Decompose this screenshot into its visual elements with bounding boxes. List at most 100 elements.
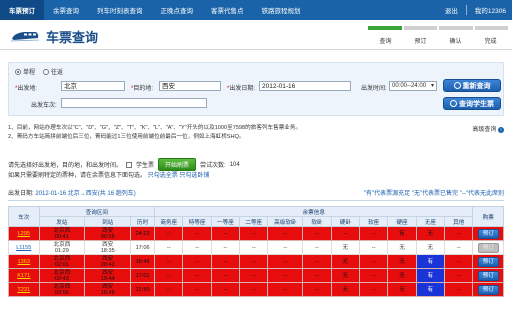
step-label-query: 查询 bbox=[379, 39, 392, 45]
time-select[interactable]: 00:00--24:00 bbox=[389, 81, 437, 91]
col-seat-hard-seat[interactable]: 硬座 bbox=[387, 216, 417, 227]
to-input[interactable]: 西安 bbox=[159, 81, 221, 91]
col-seat-business[interactable]: 商务座 bbox=[154, 216, 184, 227]
seat-cell-second: -- bbox=[239, 282, 269, 297]
select-full-link[interactable]: 只勾选全票 bbox=[148, 173, 178, 179]
col-range: 查询区间 bbox=[38, 206, 156, 217]
station-time: 00:41 bbox=[54, 233, 69, 240]
seat-cell-business: -- bbox=[154, 282, 184, 297]
student-checkbox-label: 学生票 bbox=[136, 163, 155, 169]
seat-cell-second: -- bbox=[239, 268, 269, 283]
radio-dot-icon bbox=[43, 69, 50, 76]
search-form: 单程 往返 *出发地: 北京 *目的地: 西安 *出发日期: 2012-01-1… bbox=[8, 62, 504, 116]
from-input[interactable]: 北京 bbox=[61, 81, 125, 91]
seat-cell-first: -- bbox=[210, 282, 241, 297]
search-icon bbox=[453, 82, 461, 89]
step-bar-confirm bbox=[439, 26, 473, 30]
book-button[interactable]: 预订 bbox=[477, 228, 499, 239]
depart-station-cell: 北京西 02:01 bbox=[38, 254, 86, 269]
seat-cell-premium: -- bbox=[182, 240, 212, 255]
tab-ticket-booking[interactable]: 车票预订 bbox=[0, 0, 44, 20]
train-input[interactable] bbox=[61, 98, 207, 108]
round-trip-radio[interactable]: 往返 bbox=[43, 67, 63, 76]
seat-cell-deluxe-sleeper: -- bbox=[267, 254, 304, 269]
tab-timetable[interactable]: 列车时刻表查询 bbox=[88, 0, 152, 20]
search-again-button[interactable]: 重新查询 bbox=[443, 79, 501, 92]
seat-cell-other: -- bbox=[444, 282, 474, 297]
seat-cell-soft-sleeper: -- bbox=[302, 254, 332, 269]
book-button[interactable]: 预订 bbox=[477, 242, 499, 253]
time-label: 出发时间: bbox=[361, 86, 387, 92]
student-checkbox[interactable] bbox=[126, 161, 133, 168]
col-seat-hard-sleeper[interactable]: 硬卧 bbox=[330, 216, 361, 227]
step-bar-query bbox=[368, 26, 402, 30]
seat-cell-hard-sleeper: 无 bbox=[330, 282, 361, 297]
book-cell: 预订 bbox=[472, 282, 504, 297]
seat-cell-soft-seat: -- bbox=[358, 240, 389, 255]
step-label-book: 预订 bbox=[414, 39, 427, 45]
train-number-link[interactable]: K171 bbox=[8, 268, 40, 283]
col-seat-first[interactable]: 一等座 bbox=[210, 216, 241, 227]
col-seat-soft-seat[interactable]: 软座 bbox=[358, 216, 389, 227]
book-button[interactable]: 预订 bbox=[477, 284, 499, 295]
seat-cell-hard-seat: 无 bbox=[387, 282, 417, 297]
notice-box: 1、目前，网站办理车次以"C"、"D"、"G"、"Z"、"T"、"K"、"L"、… bbox=[8, 124, 504, 142]
arrive-station-cell: 西安 20:42 bbox=[84, 254, 132, 269]
col-seat-standing[interactable]: 无座 bbox=[415, 216, 446, 227]
train-table: 车次 查询区间 余票信息 购票 发站 到站 历时 商务座 特等座 一等座 二等座 高级软卧 软卧… bbox=[8, 206, 504, 297]
col-seat-deluxe-sleeper[interactable]: 高级软卧 bbox=[267, 216, 304, 227]
date-input[interactable]: 2012-01-16 bbox=[259, 81, 351, 91]
logout-link[interactable]: 退出 bbox=[445, 5, 458, 15]
advanced-search-link[interactable]: 高级查询 › bbox=[472, 124, 504, 133]
result-date-label: 出发日期: bbox=[8, 191, 34, 197]
duration-cell: 24:23 bbox=[130, 226, 156, 241]
attempts-value: 104 bbox=[229, 161, 240, 168]
radio-dot-icon bbox=[15, 69, 21, 76]
student-ticket-button[interactable]: 查询学生票 bbox=[443, 97, 501, 110]
station-time: 01:29 bbox=[54, 247, 69, 254]
seat-cell-soft-seat: -- bbox=[358, 226, 389, 241]
result-route: 北京→西安(共 16 趟列车) bbox=[67, 191, 136, 197]
my12306-link[interactable]: 我的12306 bbox=[475, 5, 506, 15]
col-seat-other[interactable]: 其他 bbox=[444, 216, 474, 227]
tab-delay-query[interactable]: 正晚点查询 bbox=[152, 0, 203, 20]
train-number-link[interactable]: T231 bbox=[8, 282, 40, 297]
seat-cell-soft-sleeper: -- bbox=[302, 268, 332, 283]
tab-route-planning[interactable]: 铁路旅程规划 bbox=[253, 0, 310, 20]
tab-agency[interactable]: 客票代售点 bbox=[202, 0, 253, 20]
seat-cell-hard-sleeper: 无 bbox=[330, 254, 361, 269]
book-button[interactable]: 预订 bbox=[477, 270, 499, 281]
tab-remaining-tickets[interactable]: 余票查询 bbox=[44, 0, 88, 20]
arrive-station-cell: 西安 16:46 bbox=[84, 282, 132, 297]
train-number-link[interactable]: L1155 bbox=[8, 240, 40, 255]
col-seat-soft-sleeper[interactable]: 软卧 bbox=[302, 216, 332, 227]
duration-cell: 12:50 bbox=[130, 282, 156, 297]
seat-cell-standing: 有 bbox=[415, 282, 446, 297]
seat-cell-hard-sleeper: -- bbox=[330, 226, 361, 241]
seat-cell-premium: -- bbox=[182, 268, 212, 283]
seat-cell-standing: 有 bbox=[415, 268, 446, 283]
seat-cell-hard-seat: 无 bbox=[387, 240, 417, 255]
col-arrive: 到站 bbox=[84, 216, 132, 227]
train-number-link[interactable]: L295 bbox=[8, 226, 40, 241]
top-nav: 车票预订 余票查询 列车时刻表查询 正晚点查询 客票代售点 铁路旅程规划 退出 … bbox=[0, 0, 512, 20]
seat-cell-other: -- bbox=[444, 254, 474, 269]
seat-cell-deluxe-sleeper: -- bbox=[267, 240, 304, 255]
page-title: 车票查询 bbox=[46, 30, 99, 45]
step-bar-done bbox=[474, 26, 508, 30]
select-sleeper-link[interactable]: 只勾选卧铺 bbox=[179, 173, 209, 179]
one-way-radio[interactable]: 单程 bbox=[15, 67, 35, 76]
col-seat-premium[interactable]: 特等座 bbox=[182, 216, 212, 227]
book-button[interactable]: 预订 bbox=[477, 256, 499, 267]
step-label-done: 完成 bbox=[484, 39, 497, 45]
duration-cell: 17:01 bbox=[130, 268, 156, 283]
train-number-link[interactable]: 1363 bbox=[8, 254, 40, 269]
table-row: 1363 北京西 02:01 西安 20:42 18:49 -- -- -- -- -- -- 无 -- 无… bbox=[8, 254, 504, 269]
table-row: K171 北京西 02:43 西安 19:44 17:01 -- -- -- -- -- -- 无 -- 无… bbox=[8, 268, 504, 283]
col-seat-second[interactable]: 二等座 bbox=[239, 216, 269, 227]
arrive-station-cell: 西安 00:55 bbox=[84, 226, 132, 241]
col-seats: 余票信息 bbox=[154, 206, 474, 217]
seat-cell-second: -- bbox=[239, 240, 269, 255]
result-date: 2012-01-16 bbox=[35, 191, 67, 197]
seat-cell-other: -- bbox=[444, 268, 474, 283]
